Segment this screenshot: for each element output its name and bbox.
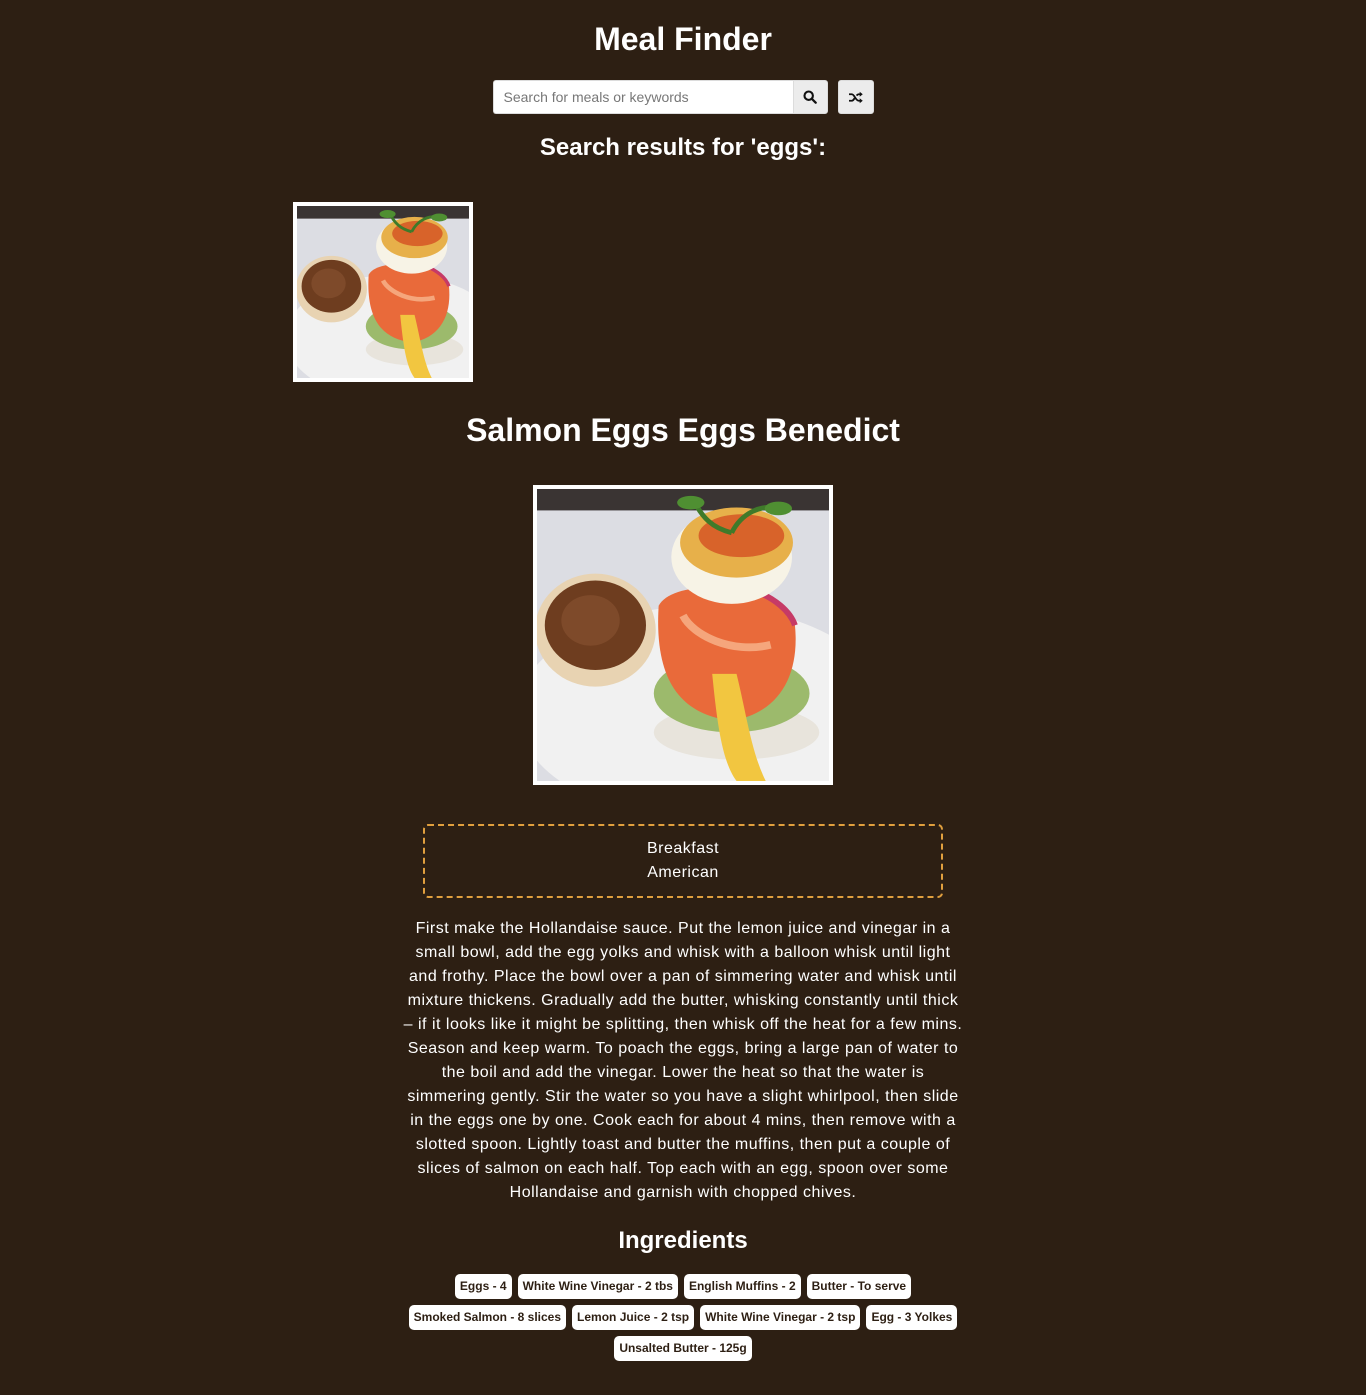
meal-detail: Salmon Eggs Eggs Benedict Breakfast Amer… — [0, 405, 1366, 1367]
ingredients-heading: Ingredients — [618, 1227, 748, 1254]
search-icon — [803, 90, 817, 104]
meal-image — [533, 485, 833, 785]
ingredient-item: Smoked Salmon - 8 slices — [408, 1305, 567, 1330]
results-grid — [293, 202, 473, 382]
search-row — [0, 80, 1366, 114]
search-form — [492, 80, 828, 114]
app-container: Meal Finder Search results for 'eggs': — [0, 0, 1366, 162]
meal-meta-box: Breakfast American — [423, 824, 943, 898]
results-heading: Search results for 'eggs': — [539, 134, 827, 161]
meal-area: American — [647, 864, 719, 881]
shuffle-icon — [849, 91, 863, 103]
meal-title: Salmon Eggs Eggs Benedict — [466, 412, 900, 448]
ingredient-item: Egg - 3 Yolkes — [866, 1305, 958, 1330]
search-input[interactable] — [492, 80, 793, 114]
app-title: Meal Finder — [594, 21, 772, 57]
meal-card[interactable] — [293, 202, 473, 382]
ingredient-item: English Muffins - 2 — [683, 1274, 801, 1299]
ingredient-item: White Wine Vinegar - 2 tsp — [700, 1305, 861, 1330]
meal-category: Breakfast — [646, 840, 720, 857]
ingredient-item: Lemon Juice - 2 tsp — [572, 1305, 695, 1330]
ingredient-list: Eggs - 4 White Wine Vinegar - 2 tbs Engl… — [398, 1274, 968, 1367]
ingredient-item: Unsalted Butter - 125g — [614, 1336, 752, 1361]
ingredient-item: White Wine Vinegar - 2 tbs — [517, 1274, 678, 1299]
ingredient-item: Butter - To serve — [806, 1274, 912, 1299]
meal-photo — [537, 489, 829, 781]
ingredient-item: Eggs - 4 — [454, 1274, 512, 1299]
meal-thumbnail-image — [297, 206, 469, 378]
search-button[interactable] — [792, 80, 828, 114]
meal-instructions: First make the Hollandaise sauce. Put th… — [403, 920, 963, 1201]
random-meal-button[interactable] — [837, 80, 874, 114]
